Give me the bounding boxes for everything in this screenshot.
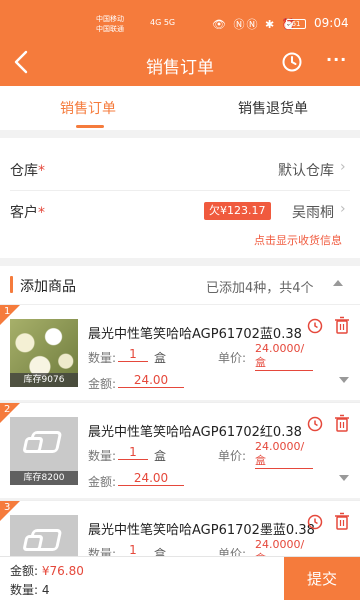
item-index: 3 [4, 502, 11, 513]
network-indicator: 4G 5G [150, 18, 176, 27]
unit-label: 盒 [154, 351, 167, 365]
amount-label: 金额: [88, 475, 117, 489]
qty-label: 数量: [88, 547, 117, 556]
history-icon[interactable] [306, 415, 324, 433]
product-thumbnail[interactable] [10, 515, 78, 556]
order-header-form: 仓库* 默认仓库 › 客户* 欠¥123.17 吴雨桐 › 点击显示收货信息 [0, 138, 360, 258]
delete-icon[interactable] [334, 414, 350, 432]
unit-label: 盒 [154, 547, 167, 556]
product-name: 晨光中性笔笑哈哈AGP61702墨蓝0.38 [88, 523, 315, 538]
owed-amount-badge: 欠¥123.17 [204, 202, 271, 220]
amount-input[interactable]: 24.00 [118, 373, 184, 388]
order-footer: 金额: ¥76.80 数量: 4 提交 [0, 556, 360, 600]
total-qty-label: 数量: [10, 583, 39, 597]
delete-icon[interactable] [334, 316, 350, 334]
qty-input[interactable]: 1 [118, 543, 148, 556]
amount-input[interactable]: 24.00 [118, 471, 184, 486]
item-index: 2 [4, 404, 11, 415]
active-tab-indicator [76, 125, 104, 128]
carrier-2: 中国联通 [96, 25, 124, 33]
show-address-link[interactable]: 点击显示收货信息 [254, 232, 342, 248]
delete-icon[interactable] [334, 512, 350, 530]
expand-caret-icon[interactable] [339, 377, 349, 383]
carrier-info: 中国移动 中国联通 [96, 14, 124, 34]
customer-label-text: 客户 [10, 205, 38, 221]
unit-label: 盒 [154, 449, 167, 463]
warehouse-label-text: 仓库 [10, 163, 38, 179]
stock-label: 库存8200 [10, 471, 78, 485]
unit-price-input[interactable]: 24.0000/盒 [255, 538, 313, 556]
item-index: 1 [4, 306, 11, 317]
tab-sales-return[interactable]: 销售退货单 [238, 98, 308, 118]
chevron-right-icon: › [340, 159, 346, 175]
total-amount-value: ¥76.80 [41, 564, 84, 578]
status-icons: 👁 ⓃⓃ ✱ ⏰ [212, 18, 298, 31]
order-type-tabs: 销售订单 销售退货单 [0, 86, 360, 130]
submit-button[interactable]: 提交 [284, 557, 360, 600]
qty-label: 数量: [88, 351, 117, 365]
history-icon[interactable] [306, 317, 324, 335]
more-menu-icon[interactable]: ··· [326, 50, 347, 69]
chevron-right-icon: › [340, 201, 346, 217]
product-name: 晨光中性笔笑哈哈AGP61702红0.38 [88, 425, 302, 440]
product-thumbnail[interactable]: 库存8200 [10, 417, 78, 485]
customer-select[interactable]: 吴雨桐 [292, 202, 334, 222]
clock: 09:04 [314, 16, 349, 30]
required-mark: * [38, 163, 45, 179]
list-item: 1 库存9076 晨光中性笔笑哈哈AGP61702蓝0.38 数量: 1 盒 单… [0, 304, 360, 400]
product-thumbnail[interactable]: 库存9076 [10, 319, 78, 387]
qty-label: 数量: [88, 449, 117, 463]
products-section-header: 添加商品 已添加4种，共4个 [0, 266, 360, 304]
divider [10, 190, 350, 191]
amount-label: 金额: [88, 377, 117, 391]
carrier-1: 中国移动 [96, 15, 124, 23]
status-bar: 中国移动 中国联通 4G 5G 👁 ⓃⓃ ✱ ⏰ 61 09:04 [0, 0, 360, 40]
section-accent-bar [10, 276, 13, 293]
required-mark: * [38, 205, 45, 221]
collapse-caret-icon[interactable] [333, 280, 343, 286]
app-bar: 销售订单 ··· [0, 40, 360, 86]
unit-price-label: 单价: [218, 547, 247, 556]
total-amount-label: 金额: [10, 564, 39, 578]
warehouse-select[interactable]: 默认仓库 [278, 160, 334, 180]
unit-price-label: 单价: [218, 449, 247, 463]
warehouse-label: 仓库* [10, 160, 45, 180]
unit-price-label: 单价: [218, 351, 247, 365]
total-qty: 数量: 4 [10, 581, 50, 598]
total-amount: 金额: ¥76.80 [10, 562, 84, 579]
total-qty-value: 4 [41, 583, 50, 597]
tab-sales-order[interactable]: 销售订单 [60, 98, 116, 118]
history-icon[interactable] [280, 50, 304, 74]
product-list: 1 库存9076 晨光中性笔笑哈哈AGP61702蓝0.38 数量: 1 盒 单… [0, 304, 360, 556]
unit-price-input[interactable]: 24.0000/盒 [255, 440, 313, 469]
items-summary: 已添加4种，共4个 [206, 281, 314, 296]
qty-input[interactable]: 1 [118, 445, 148, 460]
product-name: 晨光中性笔笑哈哈AGP61702蓝0.38 [88, 327, 302, 342]
battery-icon: 61 [286, 19, 306, 29]
stock-label: 库存9076 [10, 373, 78, 387]
list-item: 3 晨光中性笔笑哈哈AGP61702墨蓝0.38 数量: 1 盒 单价: 24.… [0, 500, 360, 556]
expand-caret-icon[interactable] [339, 475, 349, 481]
page-title: 销售订单 [146, 58, 214, 78]
list-item: 2 库存8200 晨光中性笔笑哈哈AGP61702红0.38 数量: 1 盒 单… [0, 402, 360, 498]
history-icon[interactable] [306, 513, 324, 531]
section-title: 添加商品 [20, 279, 76, 295]
unit-price-input[interactable]: 24.0000/盒 [255, 342, 313, 371]
customer-label: 客户* [10, 202, 45, 222]
qty-input[interactable]: 1 [118, 347, 148, 362]
